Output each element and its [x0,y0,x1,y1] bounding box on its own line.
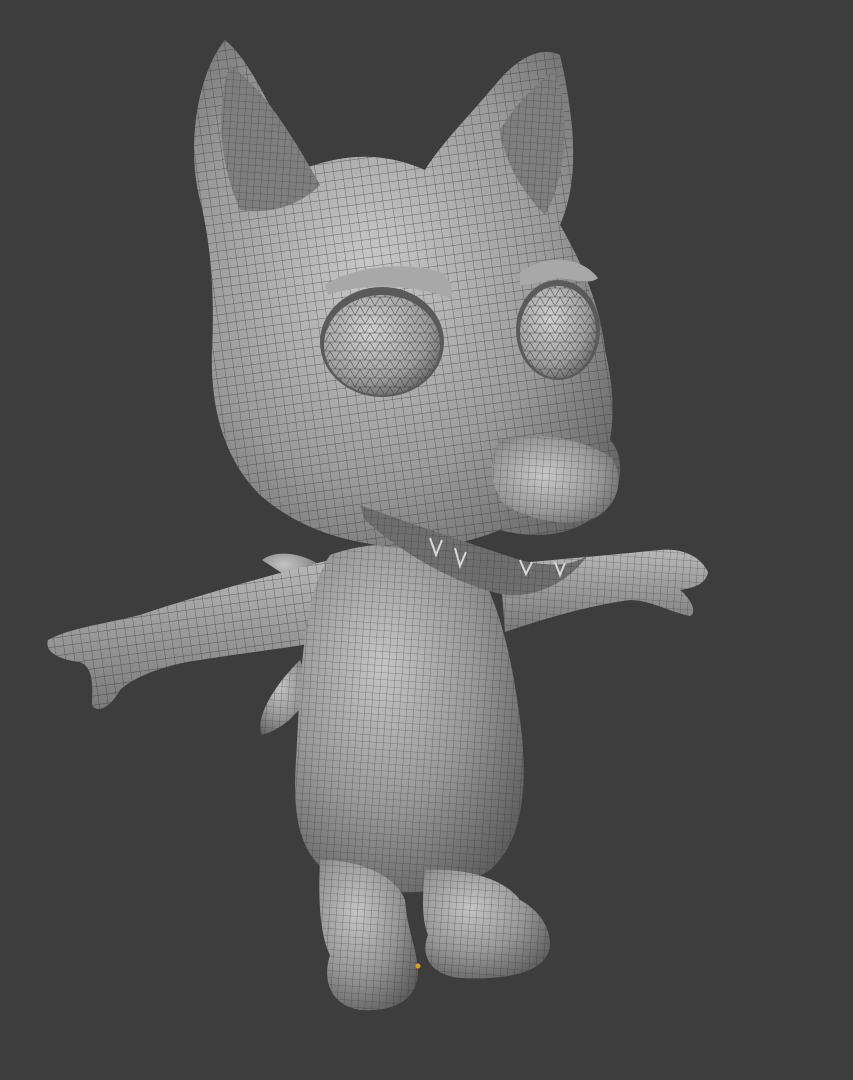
right-eye-mesh [516,280,600,380]
3d-viewport[interactable] [0,0,853,1080]
object-origin-marker[interactable] [415,963,421,969]
left-eye-mesh [320,287,444,397]
body-mesh [295,543,524,893]
viewport-canvas[interactable] [0,0,853,1080]
